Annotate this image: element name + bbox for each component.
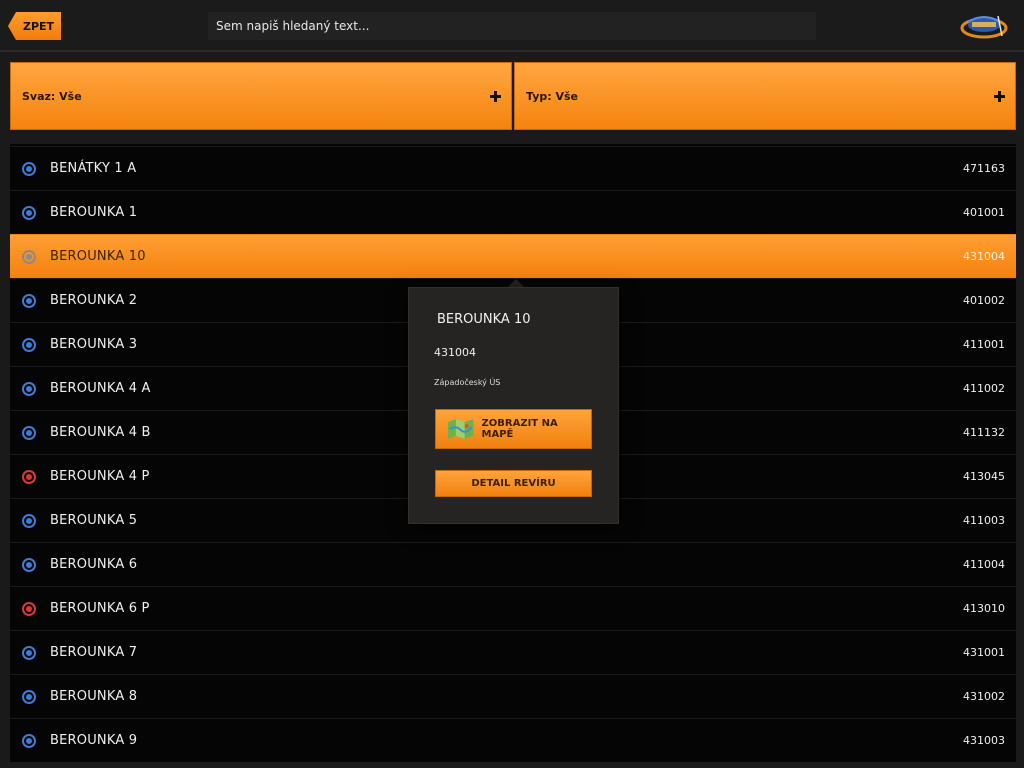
list-item-name: BEROUNKA 9 bbox=[50, 733, 138, 748]
list-item-code: 413045 bbox=[963, 470, 1005, 483]
popover-title: BEROUNKA 10 bbox=[437, 312, 531, 327]
list-item[interactable]: BEROUNKA 6 P 413010 bbox=[10, 586, 1016, 630]
target-icon bbox=[22, 601, 36, 616]
fishery-detail-button[interactable]: DETAIL REVÍRU bbox=[435, 470, 592, 497]
popover-code: 431004 bbox=[434, 346, 476, 359]
target-icon bbox=[22, 513, 36, 528]
list-item[interactable]: BEROUNKA 9 431003 bbox=[10, 718, 1016, 762]
list-item-code: 411132 bbox=[963, 426, 1005, 439]
list-item[interactable]: BEROUNKA 1 401001 bbox=[10, 190, 1016, 234]
list-item-name: BEROUNKA 3 bbox=[50, 337, 138, 352]
popover-union: Západočeský ÚS bbox=[434, 378, 501, 387]
list-item-name: BEROUNKA 5 bbox=[50, 513, 138, 528]
filter-type[interactable]: Typ: Vše bbox=[514, 62, 1016, 130]
list-item-code: 431004 bbox=[963, 250, 1005, 263]
list-item-name: BENÁTKY 1 A bbox=[50, 161, 137, 176]
list-item-code: 401001 bbox=[963, 206, 1005, 219]
target-icon bbox=[22, 337, 36, 352]
target-icon bbox=[22, 733, 36, 748]
list-item-code: 411004 bbox=[963, 558, 1005, 571]
list-item-code: 411002 bbox=[963, 382, 1005, 395]
list-item-code: 431003 bbox=[963, 734, 1005, 747]
list-item-code: 431001 bbox=[963, 646, 1005, 659]
fishing-logo-icon bbox=[960, 15, 1008, 39]
plus-icon bbox=[490, 90, 501, 102]
filter-bar: Svaz: Vše Typ: Vše bbox=[10, 62, 1016, 130]
target-icon bbox=[22, 689, 36, 704]
list-item-name: BEROUNKA 6 bbox=[50, 557, 138, 572]
target-icon bbox=[22, 645, 36, 660]
target-icon bbox=[22, 205, 36, 220]
search-input[interactable] bbox=[208, 12, 816, 40]
list-item-code: 411001 bbox=[963, 338, 1005, 351]
list-item-name: BEROUNKA 4 P bbox=[50, 469, 150, 484]
header-bar: ZPET bbox=[0, 0, 1024, 52]
list-item[interactable]: BEROUNKA 7 431001 bbox=[10, 630, 1016, 674]
list-item-name: BEROUNKA 7 bbox=[50, 645, 138, 660]
list-item-code: 431002 bbox=[963, 690, 1005, 703]
fishery-popover: BEROUNKA 10 431004 Západočeský ÚS ZOBRAZ… bbox=[408, 287, 619, 524]
target-icon bbox=[22, 161, 36, 176]
list-item-name: BEROUNKA 10 bbox=[50, 249, 146, 264]
target-icon bbox=[22, 469, 36, 484]
list-item-name: BEROUNKA 2 bbox=[50, 293, 138, 308]
target-icon bbox=[22, 293, 36, 308]
list-item-name: BEROUNKA 4 B bbox=[50, 425, 151, 440]
list-item-code: 413010 bbox=[963, 602, 1005, 615]
filter-type-label: Typ: Vše bbox=[526, 89, 578, 103]
filter-union[interactable]: Svaz: Vše bbox=[10, 62, 512, 130]
show-on-map-label: ZOBRAZIT NA MAPĚ bbox=[481, 418, 558, 440]
list-item[interactable]: BEROUNKA 8 431002 bbox=[10, 674, 1016, 718]
list-item-name: BEROUNKA 8 bbox=[50, 689, 138, 704]
plus-icon bbox=[994, 90, 1005, 102]
target-icon bbox=[22, 249, 36, 264]
target-icon bbox=[22, 425, 36, 440]
map-icon bbox=[448, 419, 474, 439]
list-item-name: BEROUNKA 1 bbox=[50, 205, 138, 220]
back-button[interactable]: ZPET bbox=[8, 12, 61, 40]
list-item[interactable]: BENÁTKY 1 A 471163 bbox=[10, 146, 1016, 190]
filter-union-label: Svaz: Vše bbox=[22, 89, 82, 103]
target-icon bbox=[22, 381, 36, 396]
show-on-map-button[interactable]: ZOBRAZIT NA MAPĚ bbox=[435, 409, 592, 449]
list-item[interactable]: BEROUNKA 6 411004 bbox=[10, 542, 1016, 586]
target-icon bbox=[22, 557, 36, 572]
list-item[interactable]: BEROUNKA 10 431004 bbox=[10, 234, 1016, 278]
list-item-code: 401002 bbox=[963, 294, 1005, 307]
list-item-code: 411003 bbox=[963, 514, 1005, 527]
list-item-name: BEROUNKA 6 P bbox=[50, 601, 150, 616]
list-item-code: 471163 bbox=[963, 162, 1005, 175]
app-window: ZPET Svaz: Vše Typ: Vše BENÁTKY 1 A 47116… bbox=[0, 0, 1024, 768]
list-item-name: BEROUNKA 4 A bbox=[50, 381, 151, 396]
